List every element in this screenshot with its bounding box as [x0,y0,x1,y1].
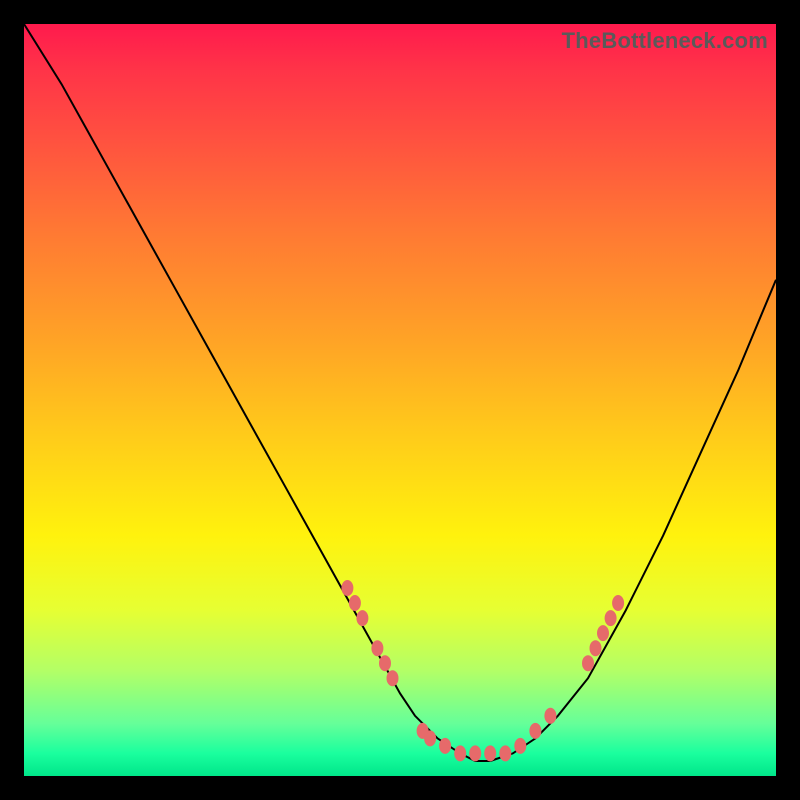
chart-svg [24,24,776,776]
data-marker [529,723,541,739]
data-marker [349,595,361,611]
plot-area: TheBottleneck.com [24,24,776,776]
curve-left [24,24,490,761]
data-marker [356,610,368,626]
data-marker [499,745,511,761]
data-marker [612,595,624,611]
data-marker [379,655,391,671]
data-marker [469,745,481,761]
curve-right [490,280,776,761]
data-marker [341,580,353,596]
data-marker [387,670,399,686]
data-marker [424,730,436,746]
data-marker [590,640,602,656]
data-marker [454,745,466,761]
data-marker [371,640,383,656]
data-marker [439,738,451,754]
chart-frame: TheBottleneck.com [0,0,800,800]
data-marker [605,610,617,626]
data-marker [544,708,556,724]
marker-group [341,580,624,761]
data-marker [582,655,594,671]
data-marker [484,745,496,761]
data-marker [597,625,609,641]
data-marker [514,738,526,754]
